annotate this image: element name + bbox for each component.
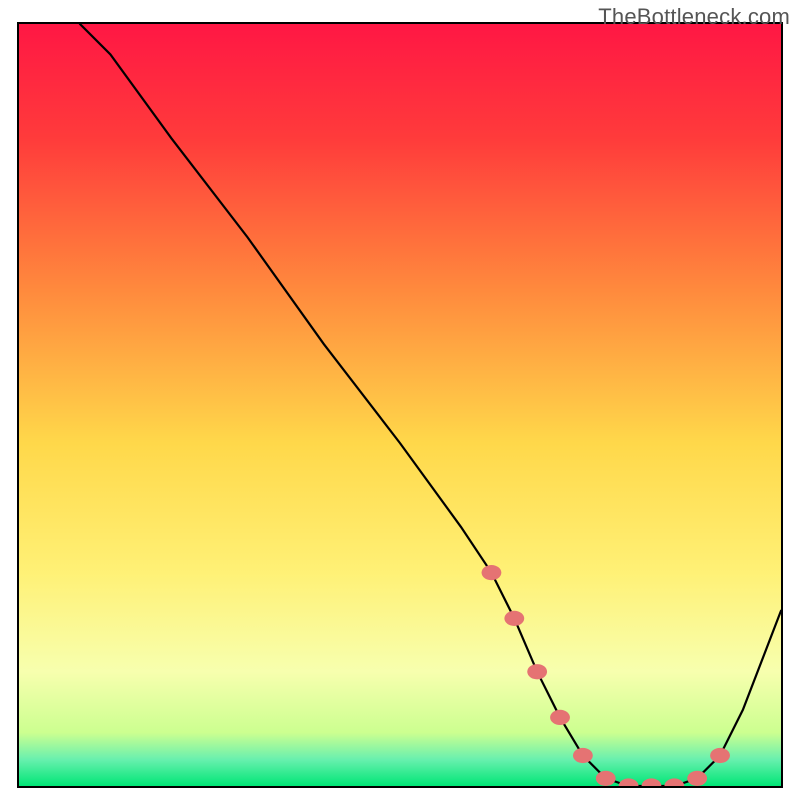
highlight-points	[482, 565, 730, 786]
curve-layer	[19, 24, 781, 786]
highlight-point	[573, 748, 593, 763]
bottleneck-curve	[80, 24, 781, 786]
highlight-point	[596, 771, 616, 786]
plot-area	[17, 22, 783, 788]
highlight-point	[642, 778, 662, 786]
chart-container: TheBottleneck.com	[0, 0, 800, 800]
highlight-point	[482, 565, 502, 580]
highlight-point	[527, 664, 547, 679]
highlight-point	[550, 710, 570, 725]
highlight-point	[687, 771, 707, 786]
highlight-point	[619, 778, 639, 786]
watermark-text: TheBottleneck.com	[598, 4, 790, 30]
highlight-point	[664, 778, 684, 786]
highlight-point	[710, 748, 730, 763]
highlight-point	[504, 611, 524, 626]
